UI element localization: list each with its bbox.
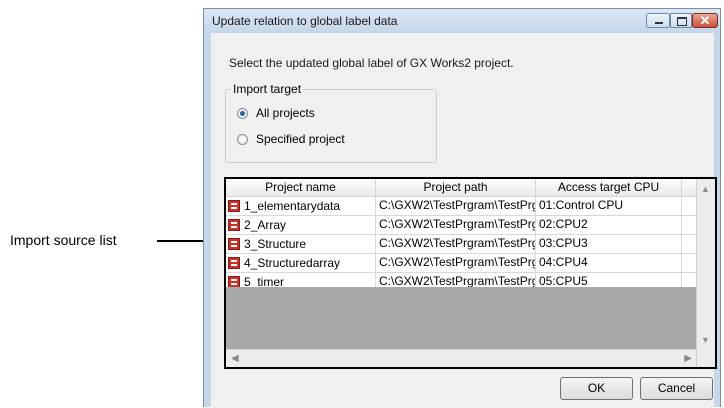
- close-icon: ✕: [699, 13, 711, 28]
- minimize-icon: [655, 22, 663, 24]
- access-target-cpu: 04:CPU4: [536, 254, 682, 272]
- project-path: C:\GXW2\TestPrgram\TestPrgra: [376, 216, 536, 234]
- window-title: Update relation to global label data: [212, 14, 398, 28]
- project-name: 2_Array: [244, 217, 287, 232]
- ok-button[interactable]: OK: [560, 377, 633, 400]
- project-icon: [228, 257, 240, 269]
- instruction-text: Select the updated global label of GX Wo…: [229, 56, 514, 70]
- list-empty-area: [226, 287, 697, 350]
- radio-button[interactable]: [237, 133, 248, 145]
- radio-specified-project[interactable]: Specified project: [237, 132, 345, 146]
- radio-label: All projects: [256, 106, 315, 120]
- resize-grip-icon[interactable]: ⋰: [704, 397, 712, 406]
- import-target-group: Import target All projects Specified pro…: [225, 82, 437, 163]
- project-icon: [228, 219, 240, 231]
- horizontal-scrollbar[interactable]: ◀ ▶: [226, 349, 697, 367]
- table-row[interactable]: 2_Array C:\GXW2\TestPrgram\TestPrgra 02:…: [226, 216, 697, 235]
- access-target-cpu: 03:CPU3: [536, 235, 682, 253]
- callout-line: [157, 240, 207, 242]
- project-name: 3_Structure: [244, 236, 307, 251]
- project-path: C:\GXW2\TestPrgram\TestPrgra: [376, 254, 536, 272]
- column-header-project-name[interactable]: Project name: [226, 179, 376, 196]
- title-bar[interactable]: Update relation to global label data ✕: [204, 9, 720, 33]
- access-target-cpu: 01:Control CPU: [536, 197, 682, 215]
- project-icon: [228, 238, 240, 250]
- scroll-up-icon[interactable]: ▲: [701, 184, 710, 194]
- radio-label: Specified project: [256, 132, 345, 146]
- table-row[interactable]: 3_Structure C:\GXW2\TestPrgram\TestPrgra…: [226, 235, 697, 254]
- column-header-project-path[interactable]: Project path: [376, 179, 536, 196]
- cancel-button[interactable]: Cancel: [640, 377, 713, 400]
- project-name: 1_elementarydata: [244, 198, 341, 213]
- import-source-list[interactable]: Project name Project path Access target …: [224, 177, 717, 369]
- scroll-down-icon[interactable]: ▼: [701, 335, 710, 345]
- project-path: C:\GXW2\TestPrgram\TestPrgra: [376, 197, 536, 215]
- dialog-window: Update relation to global label data ✕ S…: [203, 8, 721, 408]
- scroll-left-icon[interactable]: ◀: [231, 353, 239, 364]
- scroll-right-icon[interactable]: ▶: [684, 353, 692, 364]
- import-target-legend: Import target: [231, 82, 304, 96]
- radio-button-selected[interactable]: [237, 107, 248, 119]
- table-row[interactable]: 4_Structuredarray C:\GXW2\TestPrgram\Tes…: [226, 254, 697, 273]
- column-header-access-target-cpu[interactable]: Access target CPU: [536, 179, 682, 196]
- project-name: 4_Structuredarray: [244, 255, 341, 270]
- radio-all-projects[interactable]: All projects: [237, 106, 315, 120]
- list-header: Project name Project path Access target …: [226, 179, 697, 197]
- project-icon: [228, 200, 240, 212]
- access-target-cpu: 02:CPU2: [536, 216, 682, 234]
- list-body: Project name Project path Access target …: [226, 179, 697, 367]
- table-row[interactable]: 1_elementarydata C:\GXW2\TestPrgram\Test…: [226, 197, 697, 216]
- maximize-icon: [677, 17, 687, 26]
- project-path: C:\GXW2\TestPrgram\TestPrgra: [376, 235, 536, 253]
- vertical-scrollbar[interactable]: ▲ ▼: [696, 179, 715, 367]
- minimize-button[interactable]: [646, 13, 670, 28]
- close-button[interactable]: ✕: [692, 13, 718, 28]
- import-source-list-callout: Import source list: [10, 232, 117, 248]
- dialog-client-area: Select the updated global label of GX Wo…: [211, 33, 717, 408]
- maximize-button[interactable]: [670, 13, 692, 28]
